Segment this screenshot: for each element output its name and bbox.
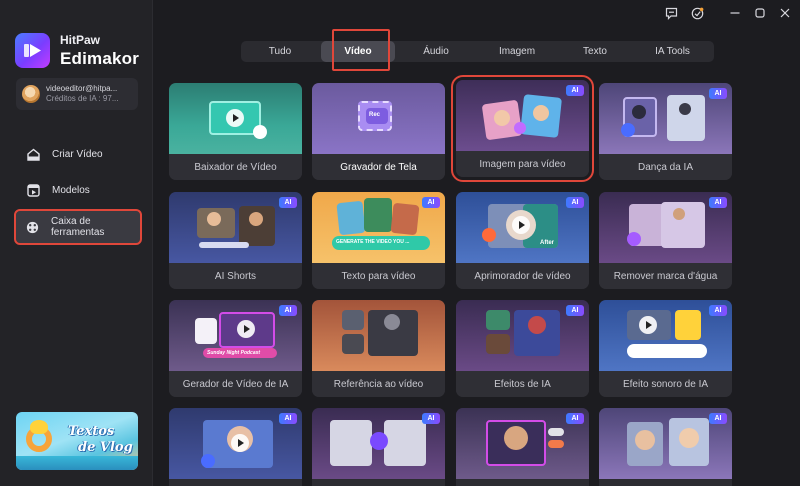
tab-image[interactable]: Imagem bbox=[475, 41, 559, 62]
tool-card-row4-4[interactable]: AI bbox=[599, 408, 732, 486]
tool-card-row4-1[interactable]: AI bbox=[169, 408, 302, 486]
tool-label: Baixador de Vídeo bbox=[169, 154, 302, 180]
account-card[interactable]: videoeditor@hitpa... Créditos de IA : 97… bbox=[16, 78, 138, 110]
category-tabs: Tudo Vídeo Áudio Imagem Texto IA Tools bbox=[241, 41, 714, 62]
brand-company: HitPaw bbox=[60, 33, 101, 47]
ai-icon bbox=[621, 123, 635, 137]
tool-label: Texto para vídeo bbox=[312, 263, 445, 289]
account-email: videoeditor@hitpa... bbox=[46, 84, 118, 94]
tool-card-row4-2[interactable]: AI bbox=[312, 408, 445, 486]
tool-label: Dança da IA bbox=[599, 154, 732, 180]
tool-card-text-to-video[interactable]: GENERATE THE VIDEO YOU ... AI Texto para… bbox=[312, 192, 445, 289]
brand: HitPaw Edimakor bbox=[15, 33, 139, 68]
tab-text[interactable]: Texto bbox=[559, 41, 631, 62]
merge-icon bbox=[370, 432, 388, 450]
ai-badge: AI bbox=[709, 413, 727, 424]
tool-card-video-downloader[interactable]: Baixador de Vídeo bbox=[169, 83, 302, 180]
tool-card-screen-recorder[interactable]: Rec Gravador de Tela bbox=[312, 83, 445, 180]
ai-badge: AI bbox=[709, 305, 727, 316]
tab-audio[interactable]: Áudio bbox=[397, 41, 475, 62]
tool-label: Referência ao vídeo bbox=[312, 371, 445, 397]
minimize-icon[interactable] bbox=[728, 6, 742, 20]
tool-card-ai-dance[interactable]: AI Dança da IA bbox=[599, 83, 732, 180]
tool-thumbnail bbox=[169, 83, 302, 154]
promo-title-line1: Textos bbox=[68, 424, 115, 439]
ai-badge: AI bbox=[422, 413, 440, 424]
play-icon bbox=[231, 434, 249, 452]
ai-badge: AI bbox=[422, 197, 440, 208]
tab-video-highlight bbox=[332, 29, 390, 71]
tool-card-video-reference[interactable]: Referência ao vídeo bbox=[312, 300, 445, 397]
audio-waveform bbox=[627, 344, 707, 358]
sidebar-item-templates[interactable]: Modelos bbox=[16, 174, 140, 206]
ai-credits: Créditos de IA : 97... bbox=[46, 94, 119, 103]
avatar bbox=[22, 85, 40, 103]
sidebar-item-label: Criar Vídeo bbox=[52, 148, 103, 160]
tool-card-ai-video-generator[interactable]: Sunday Night Podcast AI Gerador de Vídeo… bbox=[169, 300, 302, 397]
tool-thumbnail bbox=[312, 300, 445, 371]
tool-label: Imagem para vídeo bbox=[456, 151, 589, 177]
tool-label: Remover marca d'água bbox=[599, 263, 732, 289]
tool-card-ai-shorts[interactable]: AI AI Shorts bbox=[169, 192, 302, 289]
ai-icon bbox=[201, 454, 215, 468]
tool-card-row4-3[interactable]: AI bbox=[456, 408, 589, 486]
tool-thumbnail: Rec bbox=[312, 83, 445, 154]
rubber-duck-icon bbox=[30, 420, 48, 434]
promo-title-line2: de Vlog bbox=[78, 440, 133, 455]
play-icon bbox=[639, 316, 657, 334]
sparkle-icon bbox=[514, 122, 526, 134]
timeline-bar bbox=[199, 242, 249, 248]
templates-icon bbox=[26, 183, 40, 197]
tool-label: Efeito sonoro de IA bbox=[599, 371, 732, 397]
tool-card-video-enhancer[interactable]: After AI Aprimorador de vídeo bbox=[456, 192, 589, 289]
download-icon bbox=[253, 125, 267, 139]
feedback-icon[interactable] bbox=[664, 6, 678, 20]
tab-ai-tools[interactable]: IA Tools bbox=[631, 41, 714, 62]
sidebar-item-toolbox[interactable]: Caixa de ferramentas bbox=[14, 209, 142, 245]
ai-badge: AI bbox=[566, 413, 584, 424]
tool-label: Gerador de Vídeo de IA bbox=[169, 371, 302, 397]
script-icon bbox=[195, 318, 217, 344]
maximize-icon[interactable] bbox=[753, 6, 767, 20]
ai-badge: AI bbox=[709, 88, 727, 99]
tab-all[interactable]: Tudo bbox=[241, 41, 319, 62]
notification-icon[interactable] bbox=[690, 6, 704, 20]
lightning-icon bbox=[675, 310, 701, 340]
tool-card-ai-effects[interactable]: AI Efeitos de IA bbox=[456, 300, 589, 397]
tool-label: Gravador de Tela bbox=[312, 154, 445, 180]
ai-badge: AI bbox=[709, 197, 727, 208]
home-icon bbox=[26, 147, 40, 161]
tool-card-remove-watermark[interactable]: AI Remover marca d'água bbox=[599, 192, 732, 289]
ai-badge: AI bbox=[279, 413, 297, 424]
ai-badge: AI bbox=[279, 305, 297, 316]
sidebar-item-label: Caixa de ferramentas bbox=[51, 216, 105, 238]
ai-badge: AI bbox=[566, 85, 584, 96]
play-icon bbox=[512, 216, 530, 234]
enhance-icon bbox=[482, 228, 496, 242]
tool-label: Aprimorador de vídeo bbox=[456, 263, 589, 289]
tool-card-image-to-video[interactable]: AI Imagem para vídeo bbox=[451, 75, 594, 182]
ai-badge: AI bbox=[566, 197, 584, 208]
close-icon[interactable] bbox=[778, 6, 792, 20]
vlog-text-promo-banner[interactable]: Textos de Vlog bbox=[16, 412, 138, 470]
toolbox-icon bbox=[26, 220, 39, 234]
app-logo-icon bbox=[15, 33, 50, 68]
sidebar-item-label: Modelos bbox=[52, 184, 90, 196]
ai-badge: AI bbox=[279, 197, 297, 208]
play-icon bbox=[237, 320, 255, 338]
sidebar: HitPaw Edimakor videoeditor@hitpa... Cré… bbox=[0, 0, 153, 486]
eraser-icon bbox=[627, 232, 641, 246]
sidebar-item-create-video[interactable]: Criar Vídeo bbox=[16, 138, 140, 170]
brand-product: Edimakor bbox=[60, 49, 140, 68]
tool-label: Efeitos de IA bbox=[456, 371, 589, 397]
play-icon bbox=[226, 109, 244, 127]
tool-card-ai-sound-effect[interactable]: AI Efeito sonoro de IA bbox=[599, 300, 732, 397]
ai-badge: AI bbox=[566, 305, 584, 316]
tool-label: AI Shorts bbox=[169, 263, 302, 289]
